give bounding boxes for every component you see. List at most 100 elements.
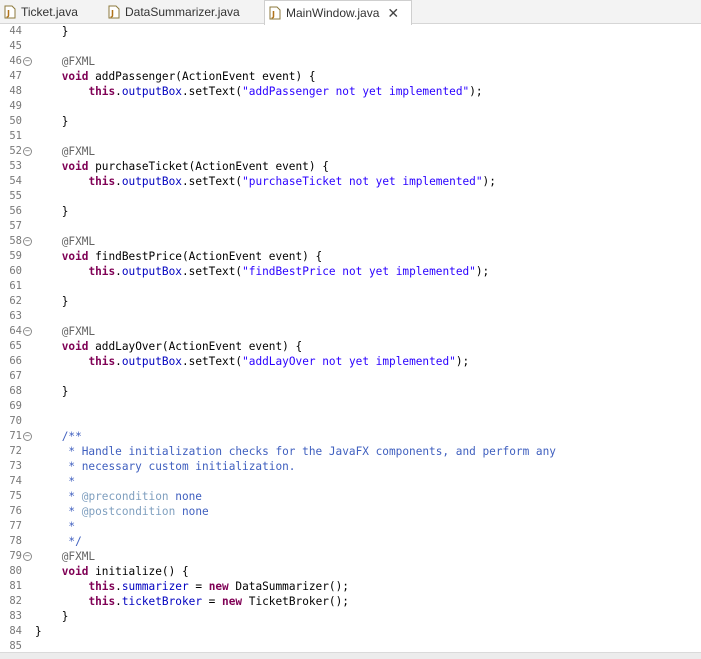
code-line[interactable]: 67 (0, 369, 701, 384)
fold-collapse-icon[interactable]: − (23, 552, 32, 561)
code-line[interactable]: 59 void findBestPrice(ActionEvent event)… (0, 249, 701, 264)
code-line[interactable]: 80 void initialize() { (0, 564, 701, 579)
code-text[interactable]: } (35, 204, 69, 219)
code-text[interactable]: this.summarizer = new DataSummarizer(); (35, 579, 349, 594)
code-line[interactable]: 66 this.outputBox.setText("addLayOver no… (0, 354, 701, 369)
code-line[interactable]: 83 } (0, 609, 701, 624)
code-text[interactable]: void initialize() { (35, 564, 189, 579)
code-line[interactable]: 85 (0, 639, 701, 652)
code-text[interactable]: } (35, 624, 42, 639)
fold-collapse-icon[interactable]: − (23, 237, 32, 246)
line-number: 61 (9, 280, 22, 292)
tab-ticket-java[interactable]: J Ticket.java (0, 0, 100, 24)
fold-collapse-icon[interactable]: − (23, 327, 32, 336)
line-number: 71 (9, 430, 22, 442)
fold-collapse-icon[interactable]: − (23, 57, 32, 66)
code-line[interactable]: 65 void addLayOver(ActionEvent event) { (0, 339, 701, 354)
code-line[interactable]: 76 * @postcondition none (0, 504, 701, 519)
code-line[interactable]: 54 this.outputBox.setText("purchaseTicke… (0, 174, 701, 189)
code-text[interactable]: this.outputBox.setText("addPassenger not… (35, 84, 482, 99)
code-line[interactable]: 50 } (0, 114, 701, 129)
code-line[interactable]: 79− @FXML (0, 549, 701, 564)
code-text[interactable]: this.outputBox.setText("findBestPrice no… (35, 264, 489, 279)
code-line[interactable]: 78 */ (0, 534, 701, 549)
code-text[interactable]: * (35, 519, 75, 534)
code-text[interactable]: * @precondition none (35, 489, 202, 504)
code-text[interactable]: @FXML (35, 549, 95, 564)
code-text[interactable]: this.ticketBroker = new TicketBroker(); (35, 594, 349, 609)
code-line[interactable]: 69 (0, 399, 701, 414)
code-line[interactable]: 84} (0, 624, 701, 639)
code-text[interactable]: @FXML (35, 324, 95, 339)
code-text[interactable]: void findBestPrice(ActionEvent event) { (35, 249, 322, 264)
line-number: 51 (9, 130, 22, 142)
code-line[interactable]: 52− @FXML (0, 144, 701, 159)
horizontal-scrollbar[interactable] (0, 652, 701, 659)
code-text[interactable]: @FXML (35, 144, 95, 159)
code-line[interactable]: 51 (0, 129, 701, 144)
code-text[interactable]: } (35, 24, 69, 39)
code-line[interactable]: 72 * Handle initialization checks for th… (0, 444, 701, 459)
code-line[interactable]: 55 (0, 189, 701, 204)
code-line[interactable]: 53 void purchaseTicket(ActionEvent event… (0, 159, 701, 174)
code-text[interactable]: void addPassenger(ActionEvent event) { (35, 69, 316, 84)
code-line[interactable]: 77 * (0, 519, 701, 534)
code-line[interactable]: 48 this.outputBox.setText("addPassenger … (0, 84, 701, 99)
code-text[interactable]: * @postcondition none (35, 504, 208, 519)
svg-text:J: J (110, 9, 114, 18)
code-text[interactable]: * (35, 474, 75, 489)
fold-collapse-icon[interactable]: − (23, 432, 32, 441)
java-file-icon: J (4, 5, 16, 19)
line-number: 56 (9, 205, 22, 217)
code-line[interactable]: 71− /** (0, 429, 701, 444)
code-line[interactable]: 74 * (0, 474, 701, 489)
code-line[interactable]: 47 void addPassenger(ActionEvent event) … (0, 69, 701, 84)
code-text[interactable]: } (35, 609, 69, 624)
code-line[interactable]: 44 } (0, 24, 701, 39)
code-text[interactable]: * Handle initialization checks for the J… (35, 444, 556, 459)
line-number: 62 (9, 295, 22, 307)
code-line[interactable]: 68 } (0, 384, 701, 399)
code-line[interactable]: 60 this.outputBox.setText("findBestPrice… (0, 264, 701, 279)
code-text[interactable]: this.outputBox.setText("addLayOver not y… (35, 354, 469, 369)
line-number: 59 (9, 250, 22, 262)
code-text[interactable]: } (35, 384, 69, 399)
code-text[interactable]: void purchaseTicket(ActionEvent event) { (35, 159, 329, 174)
code-line[interactable]: 56 } (0, 204, 701, 219)
code-line[interactable]: 62 } (0, 294, 701, 309)
close-icon[interactable]: ✕ (387, 6, 399, 20)
tab-mainwindow-java[interactable]: J MainWindow.java ✕ (264, 0, 412, 25)
fold-collapse-icon[interactable]: − (23, 147, 32, 156)
code-line[interactable]: 49 (0, 99, 701, 114)
code-line[interactable]: 58− @FXML (0, 234, 701, 249)
code-text[interactable]: void addLayOver(ActionEvent event) { (35, 339, 302, 354)
code-line[interactable]: 81 this.summarizer = new DataSummarizer(… (0, 579, 701, 594)
code-line[interactable]: 73 * necessary custom initialization. (0, 459, 701, 474)
tab-datasummarizer-java[interactable]: J DataSummarizer.java (104, 0, 260, 24)
line-number: 49 (9, 100, 22, 112)
line-number: 67 (9, 370, 22, 382)
code-line[interactable]: 75 * @precondition none (0, 489, 701, 504)
code-text[interactable]: @FXML (35, 234, 95, 249)
code-text[interactable]: @FXML (35, 54, 95, 69)
code-line[interactable]: 57 (0, 219, 701, 234)
code-editor[interactable]: 44 } 45 46− @FXML 47 void addPassenger(Acti… (0, 24, 701, 652)
code-line[interactable]: 82 this.ticketBroker = new TicketBroker(… (0, 594, 701, 609)
code-line[interactable]: 46− @FXML (0, 54, 701, 69)
line-number: 46 (9, 55, 22, 67)
code-line[interactable]: 63 (0, 309, 701, 324)
code-text[interactable]: */ (35, 534, 81, 549)
code-line[interactable]: 70 (0, 414, 701, 429)
code-line[interactable]: 61 (0, 279, 701, 294)
code-text[interactable]: } (35, 294, 69, 309)
code-text[interactable]: /** (35, 429, 82, 444)
line-number: 64 (9, 325, 22, 337)
code-text[interactable]: this.outputBox.setText("purchaseTicket n… (35, 174, 495, 189)
code-text[interactable]: } (35, 114, 69, 129)
line-number: 58 (9, 235, 22, 247)
code-text[interactable]: * necessary custom initialization. (35, 459, 295, 474)
line-number: 78 (9, 535, 22, 547)
line-number: 45 (9, 40, 22, 52)
code-line[interactable]: 45 (0, 39, 701, 54)
code-line[interactable]: 64− @FXML (0, 324, 701, 339)
